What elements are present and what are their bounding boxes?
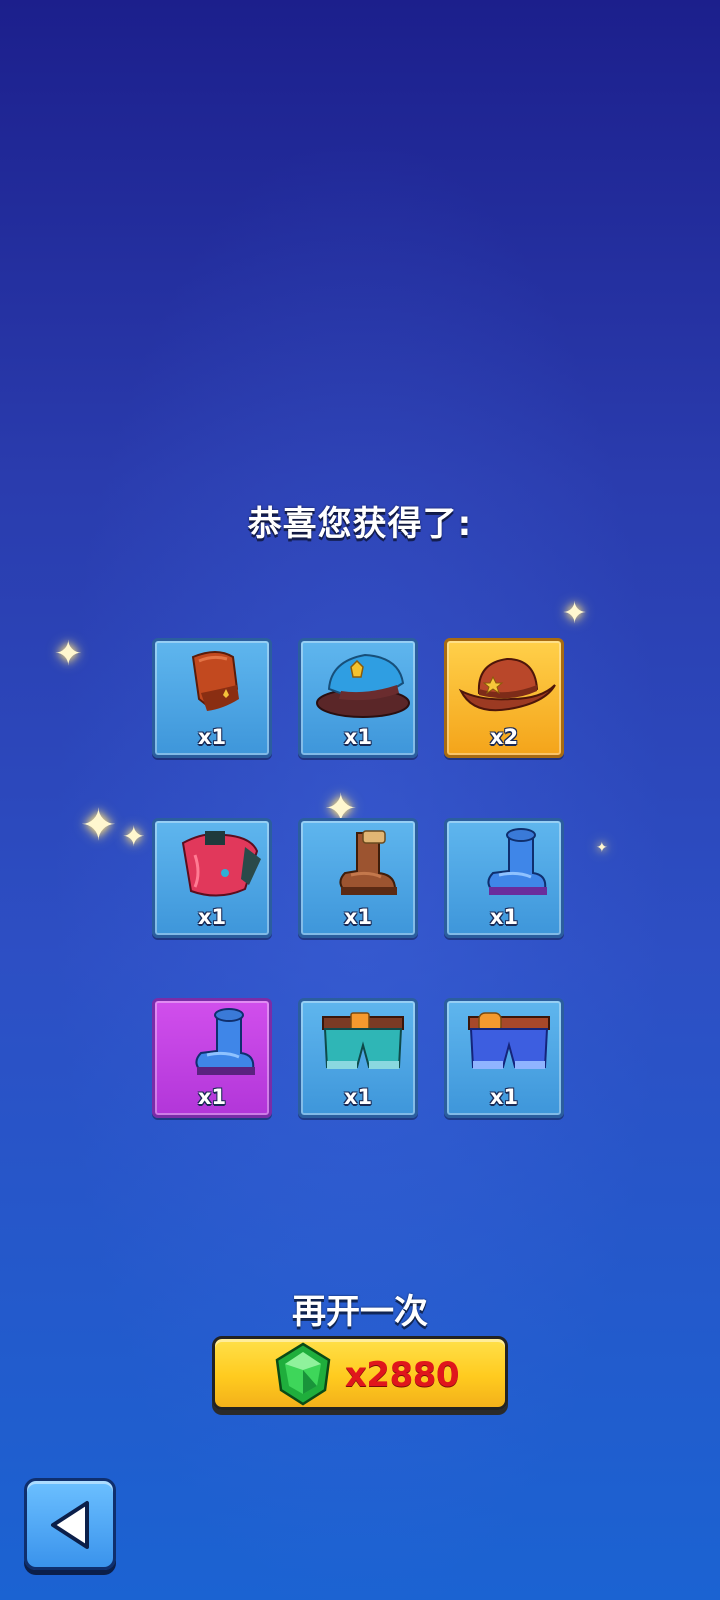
reward-item[interactable]: x1 <box>444 818 564 938</box>
teal-shorts-icon <box>322 1012 404 1069</box>
sparkle-icon: ✦ <box>122 820 146 853</box>
sparkle-icon: ✦ <box>80 800 117 851</box>
reward-screen: ✦ ✦ ✦ ✦ ✦ ✦ 恭喜您获得了: x1 x1 x2 x1 x1 x1 x1… <box>0 0 720 1600</box>
blue-boot-purple-icon <box>195 1008 255 1075</box>
reward-item[interactable]: x1 <box>298 818 418 938</box>
back-button[interactable] <box>24 1478 116 1570</box>
reward-quantity: x1 <box>343 1085 373 1109</box>
red-armguard-icon <box>191 651 239 711</box>
reward-quantity: x1 <box>197 905 227 929</box>
reward-quantity: x1 <box>343 725 373 749</box>
open-again-button[interactable]: x2880 <box>212 1336 508 1410</box>
brown-boot-icon <box>339 830 397 895</box>
reward-quantity: x1 <box>489 905 519 929</box>
reward-quantity: x1 <box>343 905 373 929</box>
reward-item[interactable]: x1 <box>152 998 272 1118</box>
green-gem-icon <box>275 1342 331 1406</box>
reward-quantity: x1 <box>197 1085 227 1109</box>
sparkle-icon: ✦ <box>596 840 608 856</box>
reward-title: 恭喜您获得了: <box>247 504 473 544</box>
sparkle-icon: ✦ <box>562 596 588 631</box>
back-arrow-icon <box>51 1501 89 1549</box>
reward-item[interactable]: x1 <box>152 818 272 938</box>
reward-item[interactable]: x1 <box>444 998 564 1118</box>
police-cap-icon <box>316 653 410 718</box>
blue-boot-icon <box>487 828 547 895</box>
reward-item[interactable]: x1 <box>298 998 418 1118</box>
price-label: x2880 <box>345 1355 460 1395</box>
cowboy-hat-icon <box>458 657 556 712</box>
reward-item[interactable]: x1 <box>152 638 272 758</box>
open-again-label: 再开一次 <box>292 1292 428 1332</box>
red-jacket-icon <box>181 831 261 897</box>
sparkle-icon: ✦ <box>54 634 83 674</box>
reward-item[interactable]: x2 <box>444 638 564 758</box>
reward-quantity: x1 <box>197 725 227 749</box>
reward-item[interactable]: x1 <box>298 638 418 758</box>
blue-shorts-icon <box>468 1012 550 1069</box>
reward-quantity: x1 <box>489 1085 519 1109</box>
reward-quantity: x2 <box>489 725 519 749</box>
